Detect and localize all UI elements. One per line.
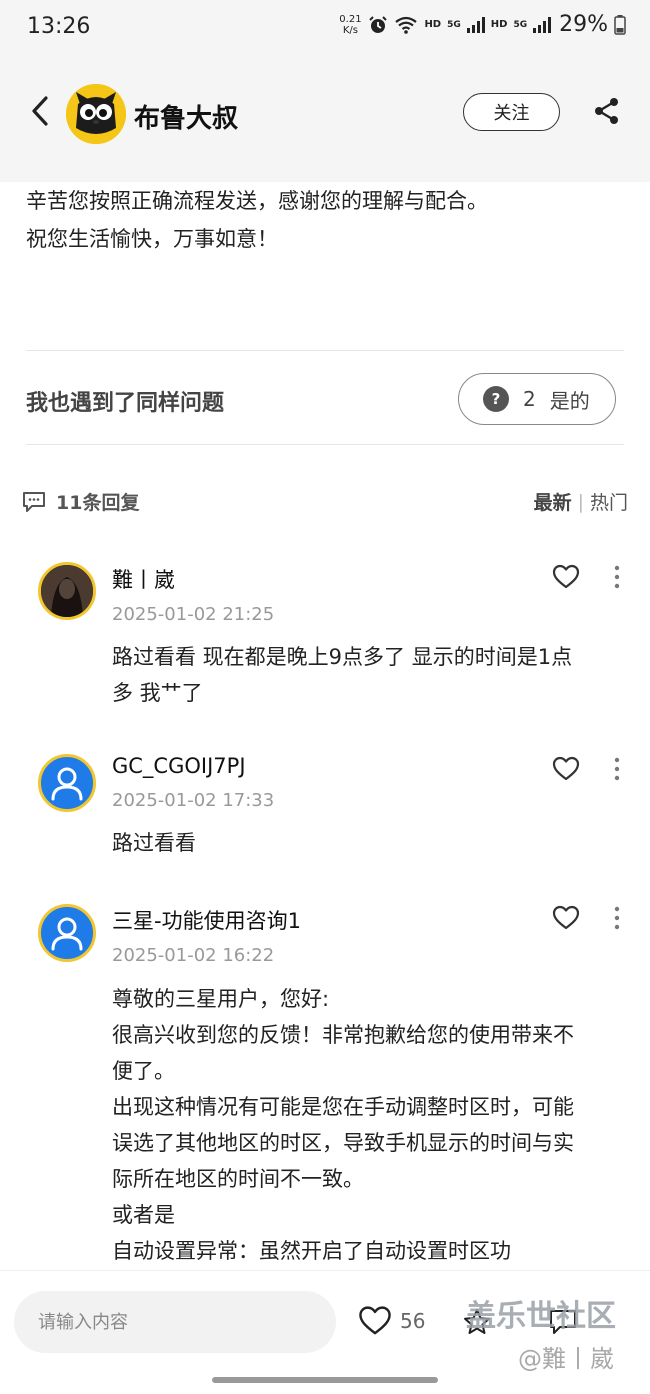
divider <box>26 350 624 351</box>
heart-icon[interactable] <box>552 905 580 931</box>
battery-icon <box>614 14 626 35</box>
home-indicator[interactable] <box>212 1377 438 1383</box>
more-options-icon[interactable] <box>610 756 624 782</box>
cat-avatar-image <box>66 84 126 144</box>
more-options-icon[interactable] <box>610 564 624 590</box>
commenter-name[interactable]: GC_CGOIJ7PJ <box>112 754 246 778</box>
replies-header: 11条回复 <box>22 488 139 515</box>
watermark-username: @難丨崴 <box>518 1345 614 1373</box>
more-options-icon[interactable] <box>610 905 624 931</box>
status-icons: 0.21 K/s HD 5G HD 5G 29% <box>338 12 626 37</box>
sort-hot-tab[interactable]: 热门 <box>590 488 628 515</box>
signal-icon-1 <box>466 16 485 33</box>
hd-indicator-1: HD <box>424 19 442 30</box>
status-bar: 13:26 0.21 K/s HD 5G HD 5G 29% <box>0 0 650 58</box>
comment-time: 2025-01-02 17:33 <box>112 790 275 811</box>
comment-time: 2025-01-02 21:25 <box>112 604 275 625</box>
alarm-icon <box>369 15 388 33</box>
same-issue-label: 我也遇到了同样问题 <box>26 391 225 416</box>
sort-latest-tab[interactable]: 最新 <box>534 488 572 515</box>
signal-icon-2 <box>533 16 552 33</box>
same-issue-button-label: 是的 <box>549 388 590 413</box>
hd-indicator-2: HD <box>490 19 508 30</box>
network-type-1: 5G <box>447 19 461 30</box>
post-text-line: 祝您生活愉快，万事如意！ <box>26 227 278 251</box>
back-arrow-icon[interactable] <box>26 94 56 128</box>
post-text-line: 辛苦您按照正确流程发送，感谢您的理解与配合。 <box>26 189 488 213</box>
commenter-avatar[interactable] <box>38 754 96 812</box>
author-name[interactable]: 布鲁大叔 <box>134 98 238 135</box>
comment-icon <box>23 491 45 512</box>
commenter-name[interactable]: 三星-功能使用咨询1 <box>112 905 301 935</box>
wifi-icon <box>395 16 418 34</box>
comment-time: 2025-01-02 16:22 <box>112 945 275 966</box>
divider <box>26 444 624 445</box>
same-issue-button[interactable]: ? 2 是的 <box>458 373 616 425</box>
network-type-2: 5G <box>513 19 528 30</box>
commenter-name[interactable]: 難丨崴 <box>112 564 175 594</box>
same-issue-count: 2 <box>523 387 536 411</box>
commenter-avatar[interactable] <box>38 904 96 962</box>
author-avatar[interactable] <box>66 84 126 144</box>
bottom-bar: 56 盖乐世社区 @難丨崴 <box>0 1270 650 1394</box>
default-user-icon <box>51 917 83 951</box>
heart-icon[interactable] <box>552 756 580 782</box>
comment-text: 路过看看 现在都是晚上9点多了 显示的时间是1点多 我艹了 <box>112 645 573 705</box>
like-count: 56 <box>400 1309 426 1333</box>
like-button[interactable]: 56 <box>358 1305 425 1337</box>
heart-icon <box>359 1306 391 1335</box>
comment-input[interactable] <box>14 1291 336 1353</box>
replies-count: 11条回复 <box>56 492 140 514</box>
commenter-avatar[interactable] <box>38 562 96 620</box>
status-time: 13:26 <box>27 14 91 39</box>
question-icon: ? <box>483 386 509 412</box>
sort-toggle: 最新 | 热门 <box>534 488 628 515</box>
post-header: 布鲁大叔 关注 <box>0 58 650 182</box>
person-photo-image <box>41 565 93 617</box>
battery-percent: 29% <box>559 12 608 37</box>
watermark-text: 盖乐世社区 <box>466 1299 616 1334</box>
default-user-icon <box>51 767 83 801</box>
share-icon[interactable] <box>592 96 622 126</box>
network-speed: 0.21 K/s <box>339 13 362 36</box>
sort-separator: | <box>577 490 584 513</box>
heart-icon[interactable] <box>552 564 580 590</box>
follow-button[interactable]: 关注 <box>463 93 560 131</box>
comment-text: 路过看看 <box>112 831 196 855</box>
comment-text: 尊敬的三星用户，您好: 很高兴收到您的反馈！非常抱歉给您的使用带来不便了。 出现… <box>112 987 574 1263</box>
